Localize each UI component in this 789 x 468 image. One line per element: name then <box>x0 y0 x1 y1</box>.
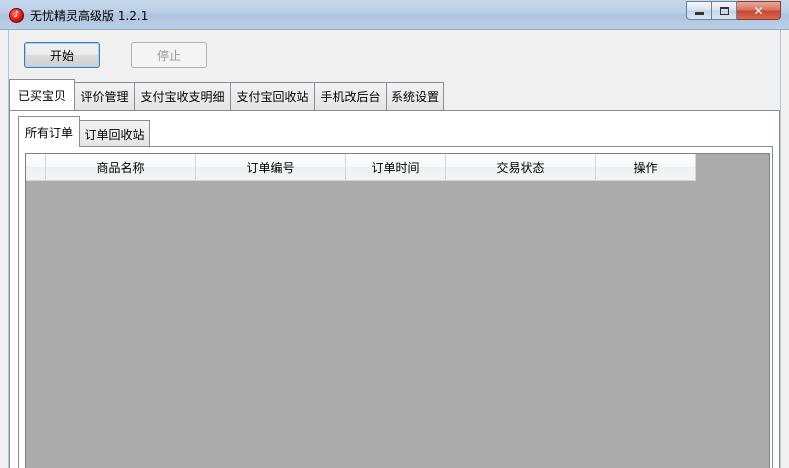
minimize-icon <box>694 12 704 15</box>
grid-header: 商品名称 订单编号 订单时间 交易状态 操作 <box>26 154 696 181</box>
column-header-product-name[interactable]: 商品名称 <box>46 154 196 181</box>
row-header-corner[interactable] <box>26 154 46 181</box>
tab-alipay-recycle-bin[interactable]: 支付宝回收站 <box>230 82 315 110</box>
column-header-order-time[interactable]: 订单时间 <box>346 154 446 181</box>
bought-items-panel: 所有订单 订单回收站 商品名称 订单编号 订单时间 交易状态 操作 <box>9 110 780 468</box>
tab-all-orders[interactable]: 所有订单 <box>18 116 80 147</box>
maximize-icon <box>719 6 729 15</box>
all-orders-panel: 商品名称 订单编号 订单时间 交易状态 操作 <box>18 146 773 468</box>
start-button[interactable]: 开始 <box>24 42 100 68</box>
stop-button[interactable]: 停止 <box>131 42 207 68</box>
tab-system-settings[interactable]: 系统设置 <box>386 82 444 110</box>
tab-mobile-backend[interactable]: 手机改后台 <box>314 82 387 110</box>
sub-tab-strip: 所有订单 订单回收站 <box>18 115 150 147</box>
close-button[interactable]: ✕ <box>737 1 781 20</box>
window-controls: ✕ <box>686 1 781 20</box>
column-header-actions[interactable]: 操作 <box>596 154 696 181</box>
tab-alipay-statement[interactable]: 支付宝收支明细 <box>134 82 231 110</box>
window-title: 无忧精灵高级版 1.2.1 <box>30 9 149 23</box>
minimize-button[interactable] <box>686 1 712 20</box>
tab-review-management[interactable]: 评价管理 <box>74 82 135 110</box>
main-tab-strip: 已买宝贝 评价管理 支付宝收支明细 支付宝回收站 手机改后台 系统设置 <box>9 79 444 110</box>
maximize-button[interactable] <box>712 1 737 20</box>
column-header-trade-status[interactable]: 交易状态 <box>446 154 596 181</box>
tab-order-recycle-bin[interactable]: 订单回收站 <box>79 120 150 147</box>
title-bar: ♪ 无忧精灵高级版 1.2.1 ✕ <box>0 0 789 30</box>
column-header-order-number[interactable]: 订单编号 <box>196 154 346 181</box>
tab-bought-items[interactable]: 已买宝贝 <box>9 79 75 110</box>
orders-grid[interactable]: 商品名称 订单编号 订单时间 交易状态 操作 <box>25 153 770 468</box>
close-icon: ✕ <box>753 3 764 18</box>
client-area: 开始 停止 已买宝贝 评价管理 支付宝收支明细 支付宝回收站 手机改后台 系统设… <box>8 30 781 468</box>
app-icon: ♪ <box>9 8 24 23</box>
